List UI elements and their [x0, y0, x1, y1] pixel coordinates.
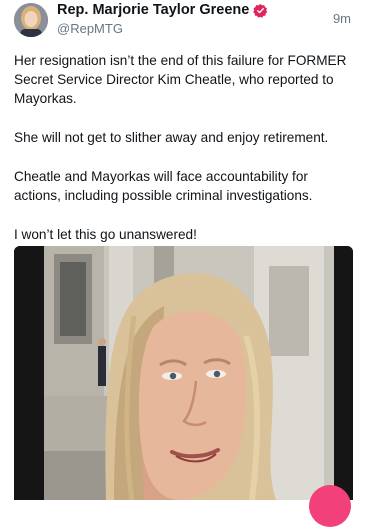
author-row: Rep. Marjorie Taylor Greene — [57, 2, 268, 18]
post-paragraph: I won’t let this go unanswered! — [14, 227, 197, 242]
post-paragraph: Her resignation isn’t the end of this fa… — [14, 53, 347, 106]
post-paragraph: Cheatle and Mayorkas will face accountab… — [14, 169, 313, 203]
post-timestamp: 9m — [332, 11, 351, 26]
avatar[interactable] — [14, 3, 48, 37]
video-frame — [14, 246, 353, 500]
compose-button[interactable] — [309, 485, 351, 527]
post-header: Rep. Marjorie Taylor Greene @RepMTG 9m — [0, 0, 367, 50]
post-paragraph: She will not get to slither away and enj… — [14, 130, 329, 145]
video-player[interactable] — [14, 246, 353, 500]
author-handle[interactable]: @RepMTG — [57, 21, 123, 36]
author-name[interactable]: Rep. Marjorie Taylor Greene — [57, 2, 249, 18]
verified-badge-icon — [253, 3, 268, 18]
post-body: Her resignation isn’t the end of this fa… — [14, 51, 356, 264]
avatar-image — [14, 3, 48, 37]
